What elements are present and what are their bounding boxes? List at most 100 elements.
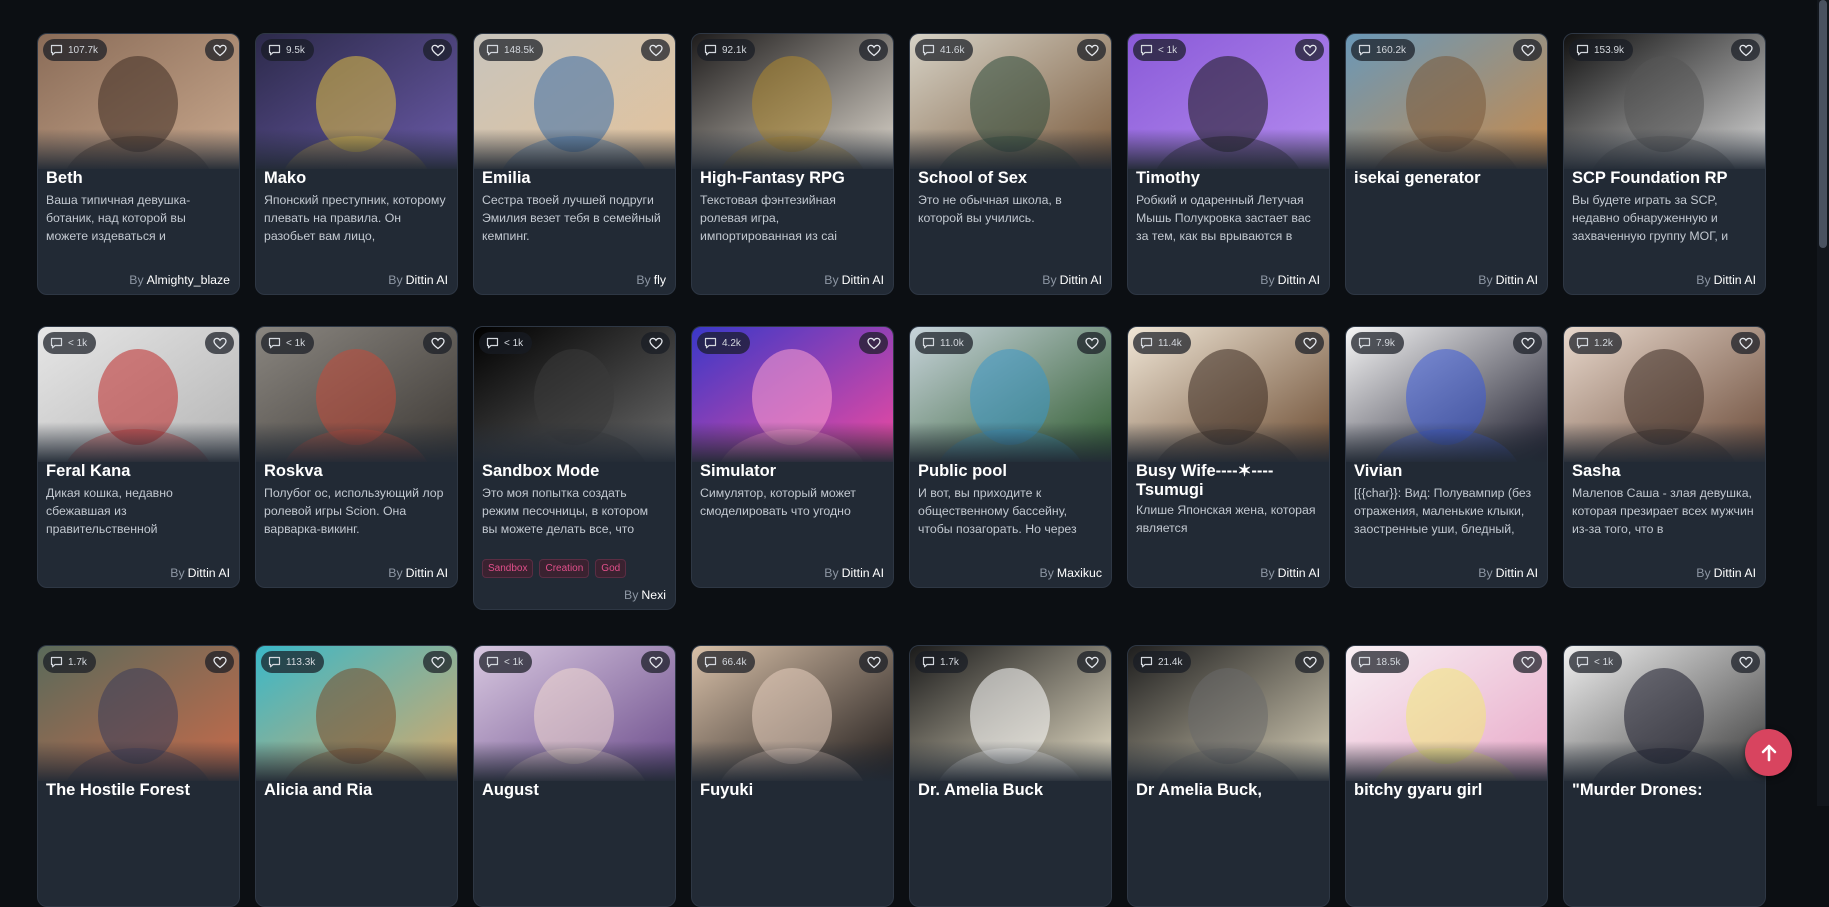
character-card[interactable]: 41.6k School of Sex Это не обычная школа, … [909, 33, 1112, 295]
character-name[interactable]: Public pool [918, 462, 1103, 481]
tag-chip[interactable]: Sandbox [482, 559, 534, 578]
character-card[interactable]: < 1k Feral Kana Дикая кошка, недавно сбежа… [37, 326, 240, 588]
character-name[interactable]: Timothy [1136, 169, 1321, 188]
scrollbar-track[interactable] [1817, 0, 1829, 806]
character-card[interactable]: 153.9k SCP Foundation RP Вы будете играть … [1563, 33, 1766, 295]
character-name[interactable]: Emilia [482, 169, 667, 188]
favorite-button[interactable] [859, 332, 888, 354]
character-card[interactable]: < 1k Timothy Робкий и одаренный Летучая Мы… [1127, 33, 1330, 295]
character-image[interactable]: 113.3k [256, 646, 457, 781]
author-name[interactable]: Dittin AI [1496, 273, 1538, 287]
favorite-button[interactable] [1077, 39, 1106, 61]
character-name[interactable]: Roskva [264, 462, 449, 481]
favorite-button[interactable] [1513, 651, 1542, 673]
character-card[interactable]: 18.5k bitchy gyaru girl [1345, 645, 1548, 907]
favorite-button[interactable] [1513, 39, 1542, 61]
character-image[interactable]: 11.0k [910, 327, 1111, 462]
character-author[interactable]: By Dittin AI [1260, 273, 1320, 287]
favorite-button[interactable] [205, 651, 234, 673]
tag-chip[interactable]: Creation [539, 559, 590, 578]
author-name[interactable]: Dittin AI [1060, 273, 1102, 287]
character-image[interactable]: < 1k [38, 327, 239, 462]
character-image[interactable]: 21.4k [1128, 646, 1329, 781]
character-card[interactable]: 1.7k Dr. Amelia Buck [909, 645, 1112, 907]
character-name[interactable]: bitchy gyaru girl [1354, 781, 1539, 800]
character-card[interactable]: 9.5k Mako Японский преступник, которому пл… [255, 33, 458, 295]
character-image[interactable]: < 1k [1564, 646, 1765, 781]
character-name[interactable]: High-Fantasy RPG [700, 169, 885, 188]
character-card[interactable]: 21.4k Dr Amelia Buck, [1127, 645, 1330, 907]
character-author[interactable]: By Dittin AI [1696, 566, 1756, 580]
author-name[interactable]: Dittin AI [1496, 566, 1538, 580]
character-name[interactable]: Beth [46, 169, 231, 188]
tag-chip[interactable]: God [595, 559, 627, 578]
favorite-button[interactable] [205, 39, 234, 61]
character-name[interactable]: August [482, 781, 667, 800]
character-author[interactable]: By Dittin AI [824, 566, 884, 580]
character-author[interactable]: By Dittin AI [170, 566, 230, 580]
character-name[interactable]: Dr. Amelia Buck [918, 781, 1103, 800]
author-name[interactable]: Almighty_blaze [147, 273, 230, 287]
character-author[interactable]: By Maxikuc [1040, 566, 1102, 580]
favorite-button[interactable] [1077, 651, 1106, 673]
character-card[interactable]: 1.7k The Hostile Forest [37, 645, 240, 907]
character-card[interactable]: 92.1k High-Fantasy RPG Текстовая фэнтезийн… [691, 33, 894, 295]
favorite-button[interactable] [1295, 332, 1324, 354]
favorite-button[interactable] [1295, 651, 1324, 673]
character-author[interactable]: By Dittin AI [388, 566, 448, 580]
character-name[interactable]: "Murder Drones: [1572, 781, 1757, 800]
character-image[interactable]: 1.7k [38, 646, 239, 781]
favorite-button[interactable] [641, 39, 670, 61]
character-name[interactable]: SCP Foundation RP [1572, 169, 1757, 188]
character-name[interactable]: Fuyuki [700, 781, 885, 800]
character-card[interactable]: 148.5k Emilia Сестра твоей лучшей подруги … [473, 33, 676, 295]
character-image[interactable]: < 1k [256, 327, 457, 462]
character-card[interactable]: 1.2k Sasha Малепов Саша - злая девушка, ко… [1563, 326, 1766, 588]
character-name[interactable]: Busy Wife----✶----Tsumugi [1136, 462, 1321, 500]
author-name[interactable]: Dittin AI [842, 566, 884, 580]
author-name[interactable]: fly [654, 273, 666, 287]
character-author[interactable]: By Dittin AI [1478, 566, 1538, 580]
character-image[interactable]: < 1k [474, 646, 675, 781]
favorite-button[interactable] [641, 651, 670, 673]
character-author[interactable]: By Nexi [624, 588, 666, 602]
character-image[interactable]: 160.2k [1346, 34, 1547, 169]
favorite-button[interactable] [641, 332, 670, 354]
character-author[interactable]: By Almighty_blaze [129, 273, 230, 287]
favorite-button[interactable] [423, 39, 452, 61]
character-name[interactable]: Simulator [700, 462, 885, 481]
scroll-to-top-button[interactable] [1745, 729, 1792, 776]
favorite-button[interactable] [1731, 39, 1760, 61]
character-image[interactable]: 18.5k [1346, 646, 1547, 781]
author-name[interactable]: Dittin AI [1278, 566, 1320, 580]
character-card[interactable]: 66.4k Fuyuki [691, 645, 894, 907]
character-image[interactable]: 9.5k [256, 34, 457, 169]
scrollbar-thumb[interactable] [1819, 0, 1827, 248]
author-name[interactable]: Dittin AI [188, 566, 230, 580]
character-name[interactable]: Vivian [1354, 462, 1539, 481]
character-image[interactable]: 92.1k [692, 34, 893, 169]
favorite-button[interactable] [423, 651, 452, 673]
character-card[interactable]: < 1k Roskva Полубог ос, использующий лор р… [255, 326, 458, 588]
character-author[interactable]: By fly [636, 273, 666, 287]
author-name[interactable]: Dittin AI [842, 273, 884, 287]
author-name[interactable]: Dittin AI [406, 566, 448, 580]
character-name[interactable]: School of Sex [918, 169, 1103, 188]
character-author[interactable]: By Dittin AI [1696, 273, 1756, 287]
favorite-button[interactable] [1513, 332, 1542, 354]
character-name[interactable]: Dr Amelia Buck, [1136, 781, 1321, 800]
character-card[interactable]: 113.3k Alicia and Ria [255, 645, 458, 907]
character-image[interactable]: 4.2k [692, 327, 893, 462]
character-author[interactable]: By Dittin AI [1042, 273, 1102, 287]
character-card[interactable]: < 1k "Murder Drones: [1563, 645, 1766, 907]
character-name[interactable]: Sasha [1572, 462, 1757, 481]
character-name[interactable]: The Hostile Forest [46, 781, 231, 800]
favorite-button[interactable] [1077, 332, 1106, 354]
character-image[interactable]: 1.7k [910, 646, 1111, 781]
character-name[interactable]: Feral Kana [46, 462, 231, 481]
favorite-button[interactable] [205, 332, 234, 354]
character-name[interactable]: isekai generator [1354, 169, 1539, 188]
character-name[interactable]: Mako [264, 169, 449, 188]
character-card[interactable]: 11.0k Public pool И вот, вы приходите к об… [909, 326, 1112, 588]
character-image[interactable]: 11.4k [1128, 327, 1329, 462]
